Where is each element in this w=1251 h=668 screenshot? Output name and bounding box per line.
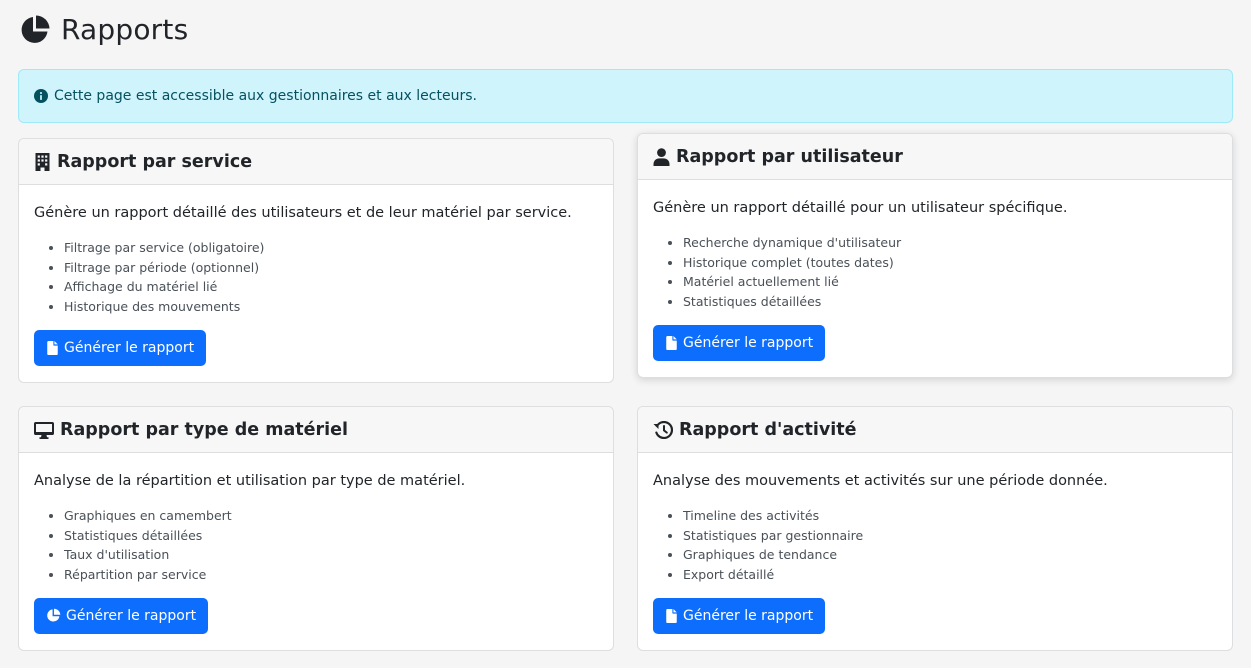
list-item: Répartition par service xyxy=(64,565,598,585)
list-item: Timeline des activités xyxy=(683,506,1217,526)
card-title: Rapport par type de matériel xyxy=(60,419,349,440)
card-title: Rapport par utilisateur xyxy=(676,146,903,167)
list-item: Statistiques par gestionnaire xyxy=(683,526,1217,546)
list-item: Historique complet (toutes dates) xyxy=(683,253,1217,273)
button-label: Générer le rapport xyxy=(683,334,814,351)
list-item: Affichage du matériel lié xyxy=(64,277,598,297)
feature-list: Timeline des activités Statistiques par … xyxy=(653,506,1217,585)
card-title: Rapport par service xyxy=(57,151,253,172)
card-rapport-service: Rapport par service Génère un rapport dé… xyxy=(18,138,614,383)
card-description: Analyse de la répartition et utilisation… xyxy=(34,473,466,489)
list-item: Matériel actuellement lié xyxy=(683,272,1217,292)
feature-list: Recherche dynamique d'utilisateur Histor… xyxy=(653,233,1217,312)
card-body: Génère un rapport détaillé des utilisate… xyxy=(19,185,613,366)
list-item: Taux d'utilisation xyxy=(64,545,598,565)
card-description: Analyse des mouvements et activités sur … xyxy=(653,473,1108,489)
card-rapport-activite: Rapport d'activité Analyse des mouvement… xyxy=(637,406,1233,651)
list-item: Filtrage par période (optionnel) xyxy=(64,258,598,278)
card-description: Génère un rapport détaillé pour un utili… xyxy=(653,200,1068,216)
info-circle-icon xyxy=(34,89,48,103)
feature-list: Graphiques en camembert Statistiques dét… xyxy=(34,506,598,585)
card-rapport-utilisateur: Rapport par utilisateur Génère un rappor… xyxy=(637,133,1233,378)
card-header: Rapport d'activité xyxy=(638,407,1232,453)
card-header: Rapport par utilisateur xyxy=(638,134,1232,180)
info-alert: Cette page est accessible aux gestionnai… xyxy=(18,69,1233,123)
list-item: Graphiques en camembert xyxy=(64,506,598,526)
file-icon xyxy=(46,340,59,355)
card-title: Rapport d'activité xyxy=(679,419,857,440)
chart-pie-icon xyxy=(19,14,51,46)
list-item: Statistiques détaillées xyxy=(64,526,598,546)
user-icon xyxy=(653,147,670,166)
card-description: Génère un rapport détaillé des utilisate… xyxy=(34,205,572,221)
button-label: Générer le rapport xyxy=(64,339,195,356)
card-header: Rapport par service xyxy=(19,139,613,185)
generate-report-button[interactable]: Générer le rapport xyxy=(653,324,826,361)
card-body: Analyse des mouvements et activités sur … xyxy=(638,453,1232,634)
history-icon xyxy=(653,420,673,439)
desktop-icon xyxy=(34,421,54,439)
file-icon xyxy=(665,608,678,623)
generate-report-button[interactable]: Générer le rapport xyxy=(653,597,826,634)
list-item: Statistiques détaillées xyxy=(683,292,1217,312)
building-icon xyxy=(34,152,51,171)
generate-report-button[interactable]: Générer le rapport xyxy=(34,597,209,634)
list-item: Graphiques de tendance xyxy=(683,545,1217,565)
card-body: Analyse de la répartition et utilisation… xyxy=(19,453,613,634)
list-item: Historique des mouvements xyxy=(64,297,598,317)
list-item: Recherche dynamique d'utilisateur xyxy=(683,233,1217,253)
page-header: Rapports xyxy=(19,12,188,48)
list-item: Filtrage par service (obligatoire) xyxy=(64,238,598,258)
card-header: Rapport par type de matériel xyxy=(19,407,613,453)
generate-report-button[interactable]: Générer le rapport xyxy=(34,329,207,366)
alert-text: Cette page est accessible aux gestionnai… xyxy=(54,88,477,104)
page-title: Rapports xyxy=(61,13,189,46)
card-body: Génère un rapport détaillé pour un utili… xyxy=(638,180,1232,361)
list-item: Export détaillé xyxy=(683,565,1217,585)
file-icon xyxy=(665,335,678,350)
card-rapport-type-materiel: Rapport par type de matériel Analyse de … xyxy=(18,406,614,651)
button-label: Générer le rapport xyxy=(683,607,814,624)
feature-list: Filtrage par service (obligatoire) Filtr… xyxy=(34,238,598,317)
button-label: Générer le rapport xyxy=(66,607,197,624)
chart-pie-icon xyxy=(46,608,61,623)
